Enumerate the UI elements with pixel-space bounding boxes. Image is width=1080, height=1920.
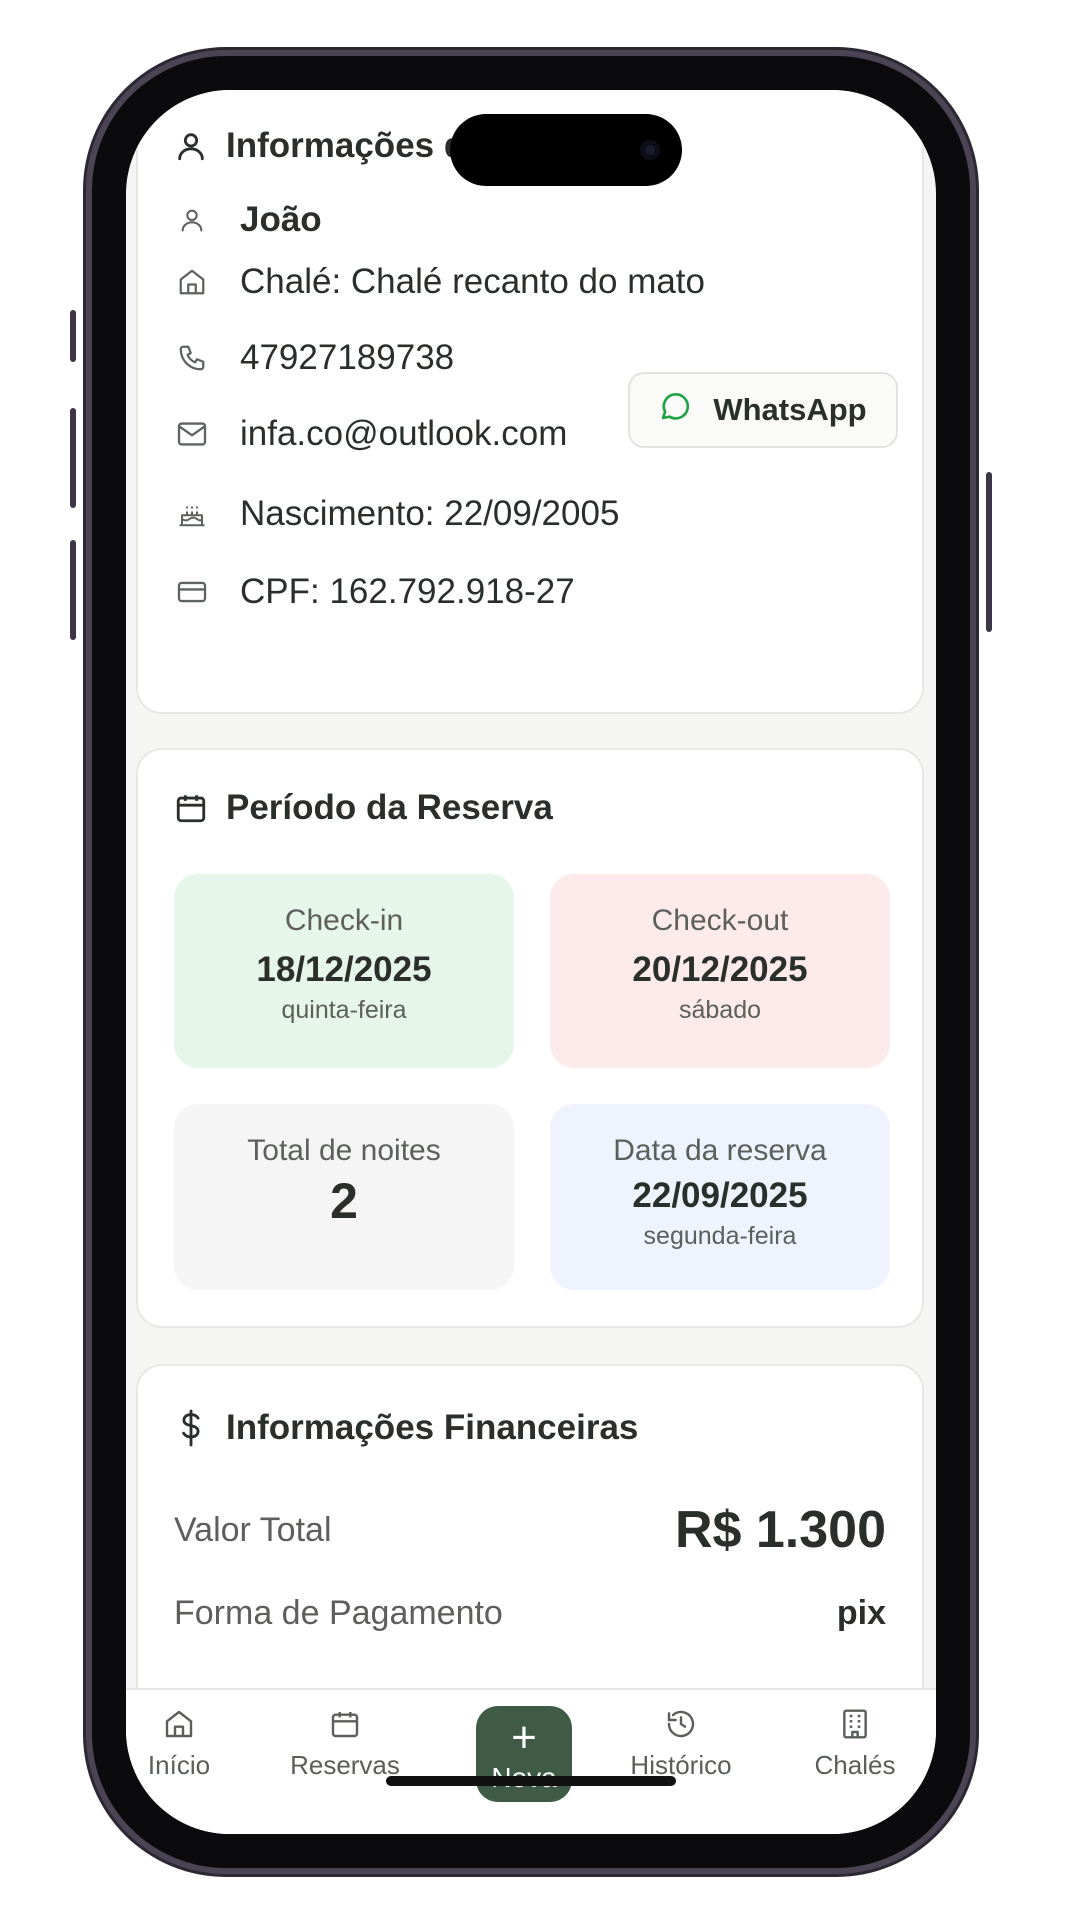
chalet-row: Chalé: Chalé recanto do mato: [174, 262, 705, 302]
dollar-icon: [174, 1408, 208, 1448]
checkout-weekday: sábado: [678, 996, 762, 1024]
checkin-weekday: quinta-feira: [281, 996, 407, 1024]
calendar-icon: [280, 1704, 410, 1744]
checkin-date: 18/12/2025: [256, 950, 432, 989]
history-icon: [616, 1704, 746, 1744]
user-icon: [174, 202, 210, 238]
cpf-number: CPF: 162.792.918-27: [240, 572, 575, 611]
power-button: [986, 472, 992, 632]
screen: Informações do Hóspede João Chalé: Chalé…: [126, 90, 936, 1834]
checkout-date: 20/12/2025: [632, 950, 808, 989]
guest-name-row: João: [174, 200, 322, 240]
home-indicator[interactable]: [386, 1776, 676, 1786]
home-icon: [126, 1704, 244, 1744]
email-address: infa.co@outlook.com: [240, 414, 568, 453]
mail-icon: [174, 416, 210, 452]
financial-title: Informações Financeiras: [174, 1408, 638, 1448]
credit-card-icon: [174, 574, 210, 610]
payment-method: pix: [836, 1593, 886, 1632]
cake-icon: [174, 496, 210, 532]
booking-weekday: segunda-feira: [643, 1222, 797, 1250]
payment-method-row: Forma de Pagamento pix: [174, 1593, 886, 1632]
chalet-name: Chalé: Chalé recanto do mato: [240, 262, 705, 301]
action-button: [70, 310, 76, 362]
nav-item-home[interactable]: Início: [126, 1704, 244, 1781]
total-value: R$ 1.300: [674, 1501, 886, 1559]
whatsapp-icon: [659, 390, 691, 430]
booking-date-tile: Data da reserva 22/09/2025 segunda-feira: [550, 1104, 890, 1290]
reservation-details-content[interactable]: Informações do Hóspede João Chalé: Chalé…: [126, 90, 936, 1834]
phone-icon: [174, 340, 210, 376]
phone-row: 47927189738: [174, 338, 454, 378]
bottom-navigation: Início Reservas + Nova Histórico: [126, 1688, 936, 1834]
nights-tile: Total de noites 2: [174, 1104, 514, 1290]
nav-item-new[interactable]: + Nova: [476, 1706, 572, 1802]
birth-row: Nascimento: 22/09/2005: [174, 494, 619, 534]
total-value-row: Valor Total R$ 1.300: [174, 1501, 886, 1559]
checkout-tile: Check-out 20/12/2025 sábado: [550, 874, 890, 1068]
nav-item-reservations[interactable]: Reservas: [280, 1704, 410, 1781]
volume-up-button: [70, 408, 76, 508]
home-icon: [174, 264, 210, 300]
nights-count: 2: [330, 1173, 358, 1229]
birth-date: Nascimento: 22/09/2005: [240, 494, 620, 533]
cpf-row: CPF: 162.792.918-27: [174, 572, 575, 612]
period-title: Período da Reserva: [174, 788, 553, 828]
booking-date: 22/09/2025: [632, 1176, 808, 1215]
phone-frame: Informações do Hóspede João Chalé: Chalé…: [70, 56, 992, 1868]
phone-number: 47927189738: [240, 338, 455, 377]
email-row: infa.co@outlook.com: [174, 414, 567, 454]
nav-item-history[interactable]: Histórico: [616, 1704, 746, 1781]
calendar-icon: [174, 790, 208, 826]
volume-down-button: [70, 540, 76, 640]
user-icon: [174, 128, 208, 164]
nav-item-chalets[interactable]: Chalés: [790, 1704, 920, 1781]
reservation-period-card: Período da Reserva Check-in 18/12/2025 q…: [136, 748, 924, 1328]
whatsapp-button[interactable]: WhatsApp: [628, 372, 898, 448]
checkin-tile: Check-in 18/12/2025 quinta-feira: [174, 874, 514, 1068]
dynamic-island: [450, 114, 682, 186]
building-icon: [790, 1704, 920, 1744]
plus-icon: +: [511, 1713, 537, 1762]
guest-name: João: [240, 200, 322, 239]
